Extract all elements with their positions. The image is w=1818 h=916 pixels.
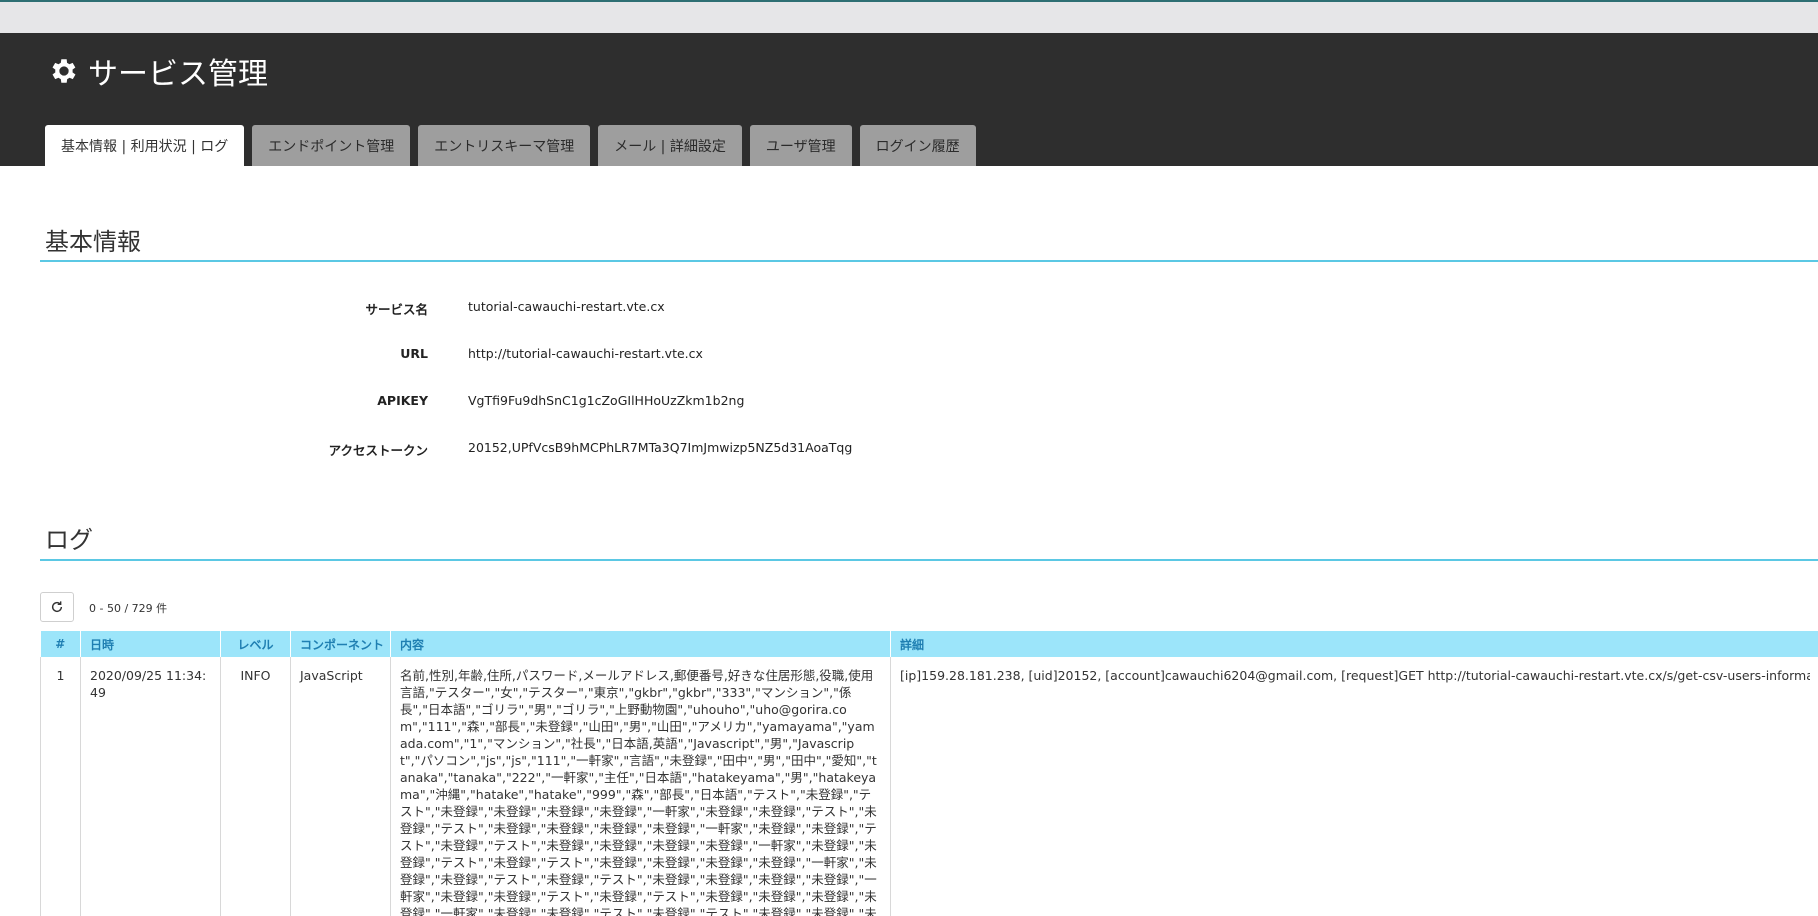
log-table-header: # 日時 レベル コンポーネント 内容 詳細 — [40, 631, 1818, 657]
log-count: 0 - 50 / 729 件 — [89, 602, 168, 615]
tab-basic-info[interactable]: 基本情報 | 利用状況 | ログ — [45, 125, 245, 166]
col-header-component[interactable]: コンポーネント — [290, 631, 391, 657]
log-divider — [40, 559, 1818, 561]
info-row-url: URL http://tutorial-cawauchi-restart.vte… — [0, 346, 1818, 366]
page-title: サービス管理 — [48, 49, 268, 93]
refresh-icon — [51, 601, 63, 613]
info-value: VgTfi9Fu9dhSnC1g1cZoGIlHHoUzZkm1b2ng — [468, 393, 745, 408]
gear-icon — [52, 59, 76, 83]
app-header: サービス管理 基本情報 | 利用状況 | ログ エンドポイント管理 エントリスキ… — [0, 33, 1818, 166]
info-row-service-name: サービス名 tutorial-cawauchi-restart.vte.cx — [0, 299, 1818, 319]
tab-endpoint[interactable]: エンドポイント管理 — [252, 125, 411, 166]
tab-user-management[interactable]: ユーザ管理 — [749, 125, 852, 166]
info-value: http://tutorial-cawauchi-restart.vte.cx — [468, 346, 703, 361]
info-label: URL — [400, 346, 428, 361]
cell-datetime: 2020/09/25 11:34:49 — [80, 657, 221, 916]
info-label: APIKEY — [377, 393, 428, 408]
page-title-text: サービス管理 — [88, 57, 268, 92]
cell-level: INFO — [220, 657, 291, 916]
content-text: 名前,性別,年齢,住所,パスワード,メールアドレス,郵便番号,好きな住居形態,役… — [400, 668, 877, 916]
log-table: # 日時 レベル コンポーネント 内容 詳細 1 2020/09/25 11:3… — [40, 631, 1818, 916]
cell-detail: [ip]159.28.181.238, [uid]20152, [account… — [890, 657, 1818, 916]
cell-num: 1 — [40, 657, 81, 916]
refresh-button[interactable] — [40, 592, 74, 622]
col-header-num[interactable]: # — [40, 631, 81, 657]
basic-info-divider — [40, 260, 1818, 262]
basic-info-heading: 基本情報 — [45, 228, 141, 256]
info-label: サービス名 — [365, 302, 428, 317]
info-label: アクセストークン — [328, 443, 428, 458]
col-header-level[interactable]: レベル — [220, 631, 291, 657]
info-value: 20152,UPfVcsB9hMCPhLR7MTa3Q7ImJmwizp5NZ5… — [468, 440, 853, 455]
tab-bar: 基本情報 | 利用状況 | ログ エンドポイント管理 エントリスキーマ管理 メー… — [45, 125, 984, 166]
log-heading: ログ — [45, 526, 93, 554]
info-value: tutorial-cawauchi-restart.vte.cx — [468, 299, 665, 314]
info-row-access-token: アクセストークン 20152,UPfVcsB9hMCPhLR7MTa3Q7ImJ… — [0, 440, 1818, 460]
col-header-content[interactable]: 内容 — [390, 631, 891, 657]
col-header-datetime[interactable]: 日時 — [80, 631, 221, 657]
cell-content: 名前,性別,年齢,住所,パスワード,メールアドレス,郵便番号,好きな住居形態,役… — [390, 657, 891, 916]
cell-component: JavaScript — [290, 657, 391, 916]
tab-entry-schema[interactable]: エントリスキーマ管理 — [418, 125, 591, 166]
detail-text: [ip]159.28.181.238, [uid]20152, [account… — [900, 668, 1810, 683]
browser-top-bar — [0, 0, 1818, 33]
tab-mail-settings[interactable]: メール | 詳細設定 — [598, 125, 742, 166]
col-header-detail[interactable]: 詳細 — [890, 631, 1818, 657]
tab-login-history[interactable]: ログイン履歴 — [859, 125, 976, 166]
table-row: 1 2020/09/25 11:34:49 INFO JavaScript 名前… — [40, 657, 1818, 916]
info-row-apikey: APIKEY VgTfi9Fu9dhSnC1g1cZoGIlHHoUzZkm1b… — [0, 393, 1818, 413]
